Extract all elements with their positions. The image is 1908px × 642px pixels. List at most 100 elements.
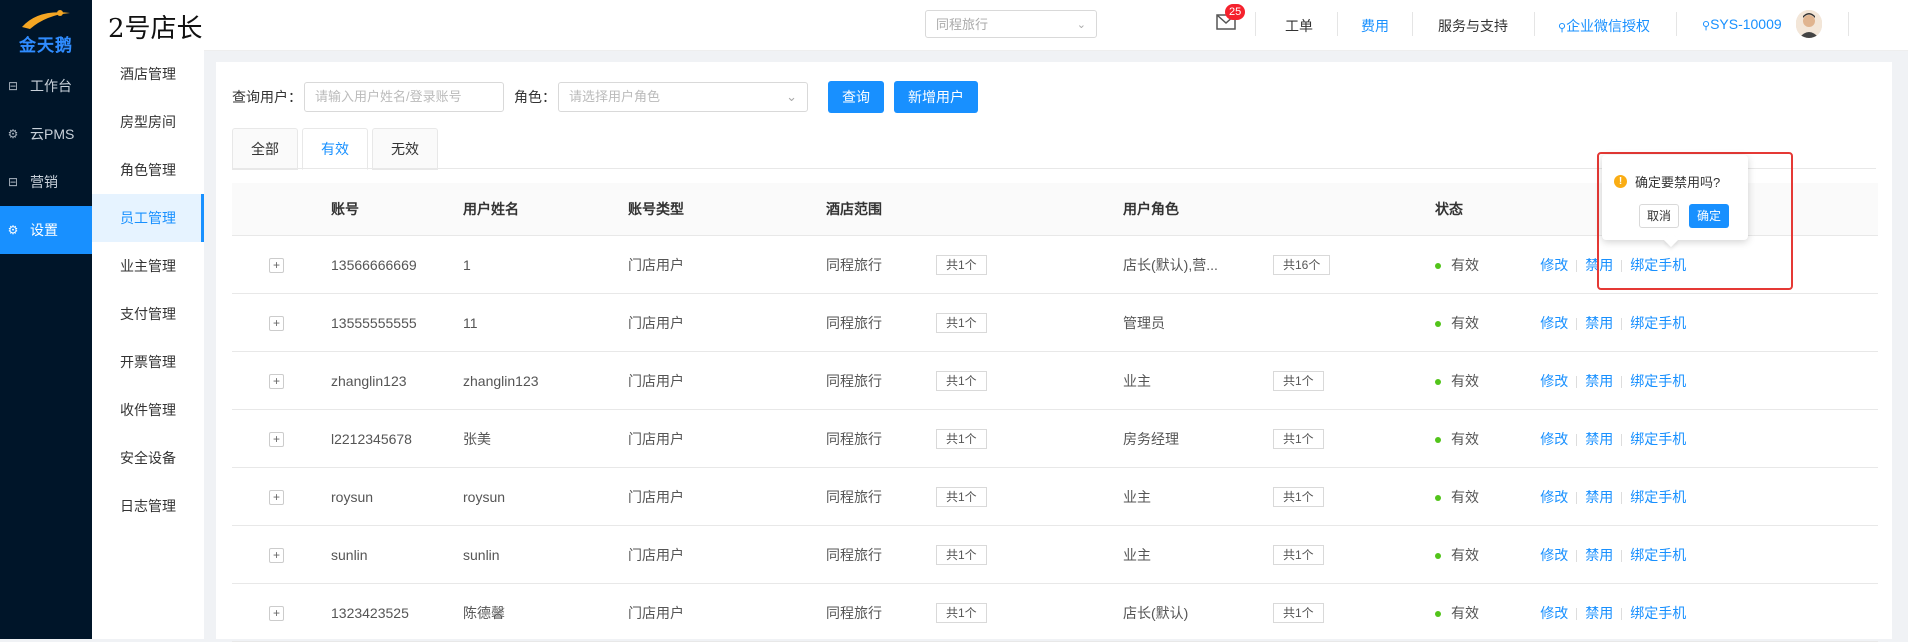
search-button[interactable]: 查询 [828,81,884,113]
hotel-cell: 同程旅行 [825,293,935,352]
edit-link[interactable]: 修改 [1540,489,1568,505]
account-cell: l2212345678 [330,409,462,468]
settings-submenu: 酒店管理 房型房间 角色管理 员工管理 业主管理 支付管理 开票管理 收件管理 … [92,50,204,639]
hotel-count-tag[interactable]: 共1个 [936,544,987,565]
role-count-tag[interactable]: 共16个 [1273,254,1331,275]
submenu-receipt-management[interactable]: 收件管理 [92,386,204,434]
divider [1848,12,1849,36]
status-dot [1435,262,1441,269]
gear-icon: ⚙ [7,223,19,237]
expand-row-button[interactable]: + [269,258,284,273]
submenu-owner-management[interactable]: 业主管理 [92,242,204,290]
expand-row-button[interactable]: + [269,316,284,331]
top-header: 2号店长 同程旅行 ⌄ 25 工单 费用 服务与支持 ⚲企业微信授权 ⚲SYS-… [92,0,1908,51]
bind-phone-link[interactable]: 绑定手机 [1630,315,1686,331]
edit-link[interactable]: 修改 [1540,257,1568,273]
expand-cell: + [232,409,330,468]
hotel-count-tag[interactable]: 共1个 [936,428,987,449]
status-cell: 有效 [1434,293,1540,352]
submenu-invoice-management[interactable]: 开票管理 [92,338,204,386]
hotel-cell: 同程旅行 [825,583,935,642]
edit-link[interactable]: 修改 [1540,373,1568,389]
expand-cell: + [232,583,330,642]
disable-link[interactable]: 禁用 [1585,489,1613,505]
ticket-link[interactable]: 工单 [1285,16,1313,36]
hotel-count-tag[interactable]: 共1个 [936,312,987,333]
bind-phone-link[interactable]: 绑定手机 [1630,373,1686,389]
edit-link[interactable]: 修改 [1540,547,1568,563]
role-count-tag[interactable]: 共1个 [1273,370,1324,391]
role-cell: 业主 [1122,525,1272,584]
wechat-auth-link[interactable]: ⚲企业微信授权 [1558,16,1650,36]
nav-item-cloud-pms[interactable]: ⚙ 云PMS [0,110,92,158]
table-row: +1323423525 陈德馨 门店用户 同程旅行 共1个 店长(默认) 共1个 有效 修改 禁用… [232,583,1878,642]
status-tabs: 全部 有效 无效 [232,128,442,170]
hotel-count-tag[interactable]: 共1个 [936,602,987,623]
disable-link[interactable]: 禁用 [1585,431,1613,447]
submenu-hotel-management[interactable]: 酒店管理 [92,50,204,98]
hotel-cell: 同程旅行 [825,467,935,526]
role-select[interactable]: 请选择用户角色 ⌄ [558,82,808,112]
submenu-payment-management[interactable]: 支付管理 [92,290,204,338]
add-user-button[interactable]: 新增用户 [894,81,978,113]
user-search-label: 查询用户： [232,89,302,105]
edit-link[interactable]: 修改 [1540,315,1568,331]
expand-cell: + [232,235,330,294]
expand-row-button[interactable]: + [269,490,284,505]
account-type-cell: 门店用户 [627,235,825,294]
role-count-tag[interactable]: 共1个 [1273,602,1324,623]
tab-invalid[interactable]: 无效 [372,128,438,170]
fee-link[interactable]: 费用 [1361,16,1389,36]
bind-phone-link[interactable]: 绑定手机 [1630,547,1686,563]
submenu-security-devices[interactable]: 安全设备 [92,434,204,482]
popconfirm-cancel-button[interactable]: 取消 [1639,204,1680,228]
disable-link[interactable]: 禁用 [1585,373,1613,389]
user-search-input[interactable]: 请输入用户姓名/登录账号 [304,82,504,112]
expand-row-button[interactable]: + [269,374,284,389]
status-dot [1435,436,1441,443]
role-text: 业主 [1123,488,1151,505]
submenu-log-management[interactable]: 日志管理 [92,482,204,530]
status-text: 有效 [1451,604,1479,621]
main-sidebar: 金天鹅 ⊟ 工作台 ⚙ 云PMS ⊟ 营销 ⚙ 设置 [0,0,92,639]
edit-link[interactable]: 修改 [1540,605,1568,621]
expand-row-button[interactable]: + [269,606,284,621]
disable-link[interactable]: 禁用 [1585,547,1613,563]
account-cell: 13566666669 [330,235,462,294]
role-text: 业主 [1123,372,1151,389]
popconfirm-ok-button[interactable]: 确定 [1689,204,1730,228]
hotel-count-tag[interactable]: 共1个 [936,370,987,391]
nav-item-workbench[interactable]: ⊟ 工作台 [0,62,92,110]
submenu-room-types[interactable]: 房型房间 [92,98,204,146]
tab-all[interactable]: 全部 [232,128,298,170]
tab-valid[interactable]: 有效 [302,128,368,170]
bind-phone-link[interactable]: 绑定手机 [1630,431,1686,447]
disable-link[interactable]: 禁用 [1585,605,1613,621]
submenu-staff-management[interactable]: 员工管理 [92,194,204,242]
nav-item-marketing[interactable]: ⊟ 营销 [0,158,92,206]
expand-row-button[interactable]: + [269,432,284,447]
support-link[interactable]: 服务与支持 [1438,16,1508,36]
edit-link[interactable]: 修改 [1540,431,1568,447]
bind-phone-link[interactable]: 绑定手机 [1630,605,1686,621]
role-count-tag[interactable]: 共1个 [1273,428,1324,449]
actions-cell: 修改 禁用 绑定手机 [1539,467,1878,526]
hotel-count-cell: 共1个 [935,409,1122,468]
hotel-count-cell: 共1个 [935,293,1122,352]
disable-link[interactable]: 禁用 [1585,315,1613,331]
submenu-role-management[interactable]: 角色管理 [92,146,204,194]
status-dot [1435,378,1441,385]
hotel-count-tag[interactable]: 共1个 [936,486,987,507]
workbench-icon: ⊟ [7,79,19,93]
gear-icon: ⚙ [7,127,19,141]
account-link[interactable]: ⚲SYS-10009 [1702,16,1782,32]
avatar[interactable] [1796,10,1822,38]
hotel-select[interactable]: 同程旅行 ⌄ [925,10,1097,38]
role-count-tag[interactable]: 共1个 [1273,544,1324,565]
role-count-tag[interactable]: 共1个 [1273,486,1324,507]
hotel-count-tag[interactable]: 共1个 [936,254,987,275]
bind-phone-link[interactable]: 绑定手机 [1630,489,1686,505]
nav-item-settings[interactable]: ⚙ 设置 [0,206,92,254]
divider [1576,259,1578,272]
expand-row-button[interactable]: + [269,548,284,563]
